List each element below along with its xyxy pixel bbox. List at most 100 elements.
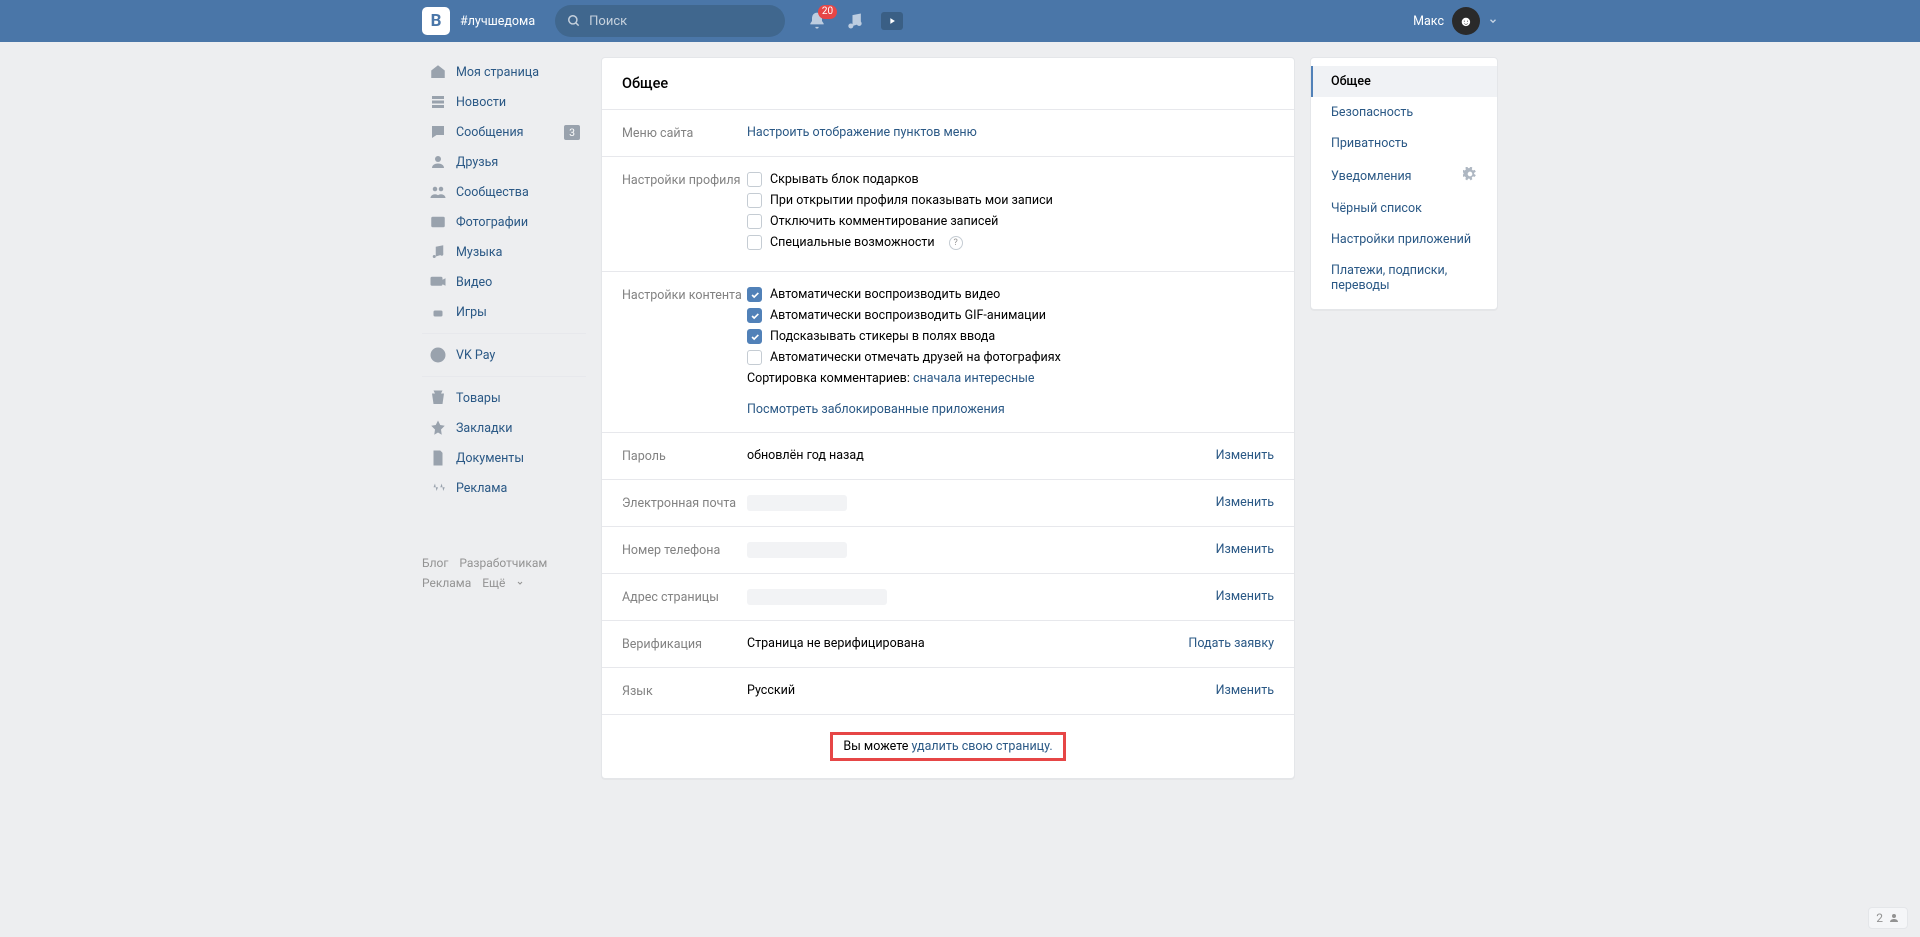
footer-devs[interactable]: Разработчикам — [459, 556, 547, 570]
sidebar-item-0[interactable]: Моя страница — [422, 57, 586, 87]
sidebar-item-3[interactable]: Друзья — [422, 147, 586, 177]
checkbox-icon — [747, 308, 762, 323]
sidebar: Моя страница Новости Сообщения 3 Друзья … — [422, 57, 586, 779]
footer-blog[interactable]: Блог — [422, 556, 448, 570]
menu-configure-link[interactable]: Настроить отображение пунктов меню — [747, 125, 977, 140]
delete-prefix: Вы можете — [843, 739, 911, 754]
content-checkbox-0[interactable]: Автоматически воспроизводить видео — [747, 287, 1274, 302]
checkbox-icon — [747, 235, 762, 250]
corner-widget[interactable]: 2 — [1868, 907, 1908, 929]
phone-redacted — [747, 542, 847, 558]
sidebar-item-6[interactable]: Музыка — [422, 237, 586, 267]
sidebar-item-7[interactable]: Видео — [422, 267, 586, 297]
menu-label: Меню сайта — [622, 125, 747, 141]
profile-checkbox-3[interactable]: Специальные возможности ? — [747, 235, 1274, 250]
phone-label: Номер телефона — [622, 542, 747, 558]
delete-page-link[interactable]: удалить свою страницу. — [911, 739, 1052, 754]
sidebar-extra-3[interactable]: Реклама — [422, 473, 586, 503]
tab-2[interactable]: Приватность — [1311, 128, 1497, 159]
sidebar-item-vkpay[interactable]: VK Pay — [422, 340, 586, 370]
phone-change[interactable]: Изменить — [1216, 542, 1274, 557]
video-player-icon[interactable] — [881, 12, 903, 30]
avatar: ☻ — [1452, 7, 1480, 35]
hashtag: #лучшедома — [460, 14, 535, 29]
sidebar-extra-1[interactable]: Закладки — [422, 413, 586, 443]
sidebar-extra-icon-3 — [428, 478, 448, 498]
password-change[interactable]: Изменить — [1216, 448, 1274, 463]
lang-change[interactable]: Изменить — [1216, 683, 1274, 698]
music-icon[interactable] — [843, 9, 867, 33]
chevron-down-icon — [1488, 16, 1498, 26]
username: Макс — [1413, 14, 1444, 29]
address-label: Адрес страницы — [622, 589, 747, 605]
notifications-icon[interactable]: 20 — [805, 9, 829, 33]
page-title: Общее — [602, 58, 1294, 109]
checkbox-icon — [747, 350, 762, 365]
tab-0[interactable]: Общее — [1311, 66, 1497, 97]
sidebar-extra-icon-0 — [428, 388, 448, 408]
content-checkbox-3[interactable]: Автоматически отмечать друзей на фотогра… — [747, 350, 1274, 365]
checkbox-icon — [747, 287, 762, 302]
password-value: обновлён год назад — [747, 448, 1216, 463]
sidebar-icon-7 — [428, 272, 448, 292]
sidebar-icon-8 — [428, 302, 448, 322]
checkbox-icon — [747, 193, 762, 208]
lang-value: Русский — [747, 683, 1216, 698]
sidebar-count: 3 — [564, 125, 580, 140]
sidebar-extra-2[interactable]: Документы — [422, 443, 586, 473]
sidebar-item-5[interactable]: Фотографии — [422, 207, 586, 237]
logo-area[interactable]: B #лучшедома — [422, 7, 535, 35]
verify-apply[interactable]: Подать заявку — [1188, 636, 1274, 651]
sidebar-icon-3 — [428, 152, 448, 172]
search-box[interactable] — [555, 5, 785, 37]
notif-badge: 20 — [818, 5, 837, 19]
header: B #лучшедома 20 Макс ☻ — [0, 0, 1920, 42]
verify-value: Страница не верифицирована — [747, 636, 1188, 651]
sidebar-icon-0 — [428, 62, 448, 82]
tab-3[interactable]: Уведомления — [1311, 159, 1497, 193]
content-checkbox-1[interactable]: Автоматически воспроизводить GIF-анимаци… — [747, 308, 1274, 323]
checkbox-icon — [747, 172, 762, 187]
sidebar-icon-5 — [428, 212, 448, 232]
sidebar-item-8[interactable]: Игры — [422, 297, 586, 327]
profile-checkbox-0[interactable]: Скрывать блок подарков — [747, 172, 1274, 187]
content-settings-label: Настройки контента — [622, 287, 747, 303]
vkpay-icon — [428, 345, 448, 365]
content-checkbox-2[interactable]: Подсказывать стикеры в полях ввода — [747, 329, 1274, 344]
gear-icon[interactable] — [1463, 167, 1477, 185]
tab-1[interactable]: Безопасность — [1311, 97, 1497, 128]
checkbox-icon — [747, 214, 762, 229]
sidebar-item-4[interactable]: Сообщества — [422, 177, 586, 207]
profile-checkbox-2[interactable]: Отключить комментирование записей — [747, 214, 1274, 229]
footer-more[interactable]: Ещё — [482, 576, 524, 590]
sidebar-item-1[interactable]: Новости — [422, 87, 586, 117]
sidebar-icon-2 — [428, 122, 448, 142]
lang-label: Язык — [622, 683, 747, 699]
sidebar-item-2[interactable]: Сообщения 3 — [422, 117, 586, 147]
footer-ads[interactable]: Реклама — [422, 576, 471, 590]
settings-tabs: Общее Безопасность Приватность Уведомлен… — [1310, 57, 1498, 310]
profile-checkbox-1[interactable]: При открытии профиля показывать мои запи… — [747, 193, 1274, 208]
email-change[interactable]: Изменить — [1216, 495, 1274, 510]
help-icon[interactable]: ? — [949, 236, 963, 250]
checkbox-icon — [747, 329, 762, 344]
sidebar-extra-0[interactable]: Товары — [422, 383, 586, 413]
address-redacted — [747, 589, 887, 605]
profile-settings-label: Настройки профиля — [622, 172, 747, 188]
tab-6[interactable]: Платежи, подписки, переводы — [1311, 255, 1497, 301]
search-input[interactable] — [589, 14, 773, 29]
blocked-apps-link[interactable]: Посмотреть заблокированные приложения — [747, 402, 1005, 417]
sidebar-extra-icon-1 — [428, 418, 448, 438]
address-change[interactable]: Изменить — [1216, 589, 1274, 604]
tab-5[interactable]: Настройки приложений — [1311, 224, 1497, 255]
email-label: Электронная почта — [622, 495, 747, 511]
search-icon — [567, 14, 581, 28]
sidebar-footer: Блог Разработчикам Реклама Ещё — [422, 553, 586, 594]
user-menu[interactable]: Макс ☻ — [1413, 7, 1498, 35]
password-label: Пароль — [622, 448, 747, 464]
email-redacted — [747, 495, 847, 511]
delete-highlight: Вы можете удалить свою страницу. — [830, 732, 1065, 761]
vk-logo-icon: B — [422, 7, 450, 35]
sort-link[interactable]: сначала интересные — [913, 371, 1035, 386]
tab-4[interactable]: Чёрный список — [1311, 193, 1497, 224]
